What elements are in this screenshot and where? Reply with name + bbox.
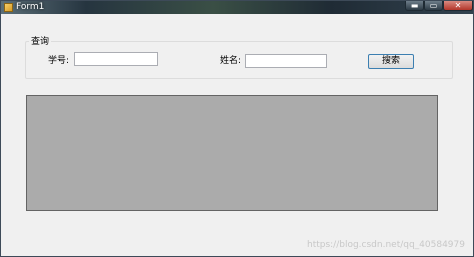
watermark-text: https://blog.csdn.net/qq_40584979 — [306, 240, 465, 250]
minimize-icon: ▬ — [410, 0, 419, 10]
results-datagrid[interactable] — [26, 95, 438, 211]
student-id-label: 学号: — [48, 56, 70, 66]
name-label: 姓名: — [220, 56, 242, 66]
close-icon: ✕ — [454, 0, 462, 10]
maximize-button[interactable]: ▭ — [424, 1, 443, 11]
app-form-icon[interactable] — [4, 3, 13, 12]
title-bar[interactable]: Form1 ▬ ▭ ✕ — [1, 1, 473, 14]
search-button[interactable]: 搜索 — [368, 54, 414, 69]
window-title: Form1 — [16, 2, 45, 12]
query-group-label: 查询 — [29, 36, 52, 48]
name-input[interactable] — [245, 54, 327, 68]
maximize-icon: ▭ — [429, 0, 438, 10]
close-button[interactable]: ✕ — [443, 1, 473, 11]
form-window: Form1 ▬ ▭ ✕ 查询 学号: 姓名: 搜索 https://blog.c… — [0, 0, 474, 257]
student-id-input[interactable] — [74, 52, 158, 66]
minimize-button[interactable]: ▬ — [405, 1, 424, 11]
